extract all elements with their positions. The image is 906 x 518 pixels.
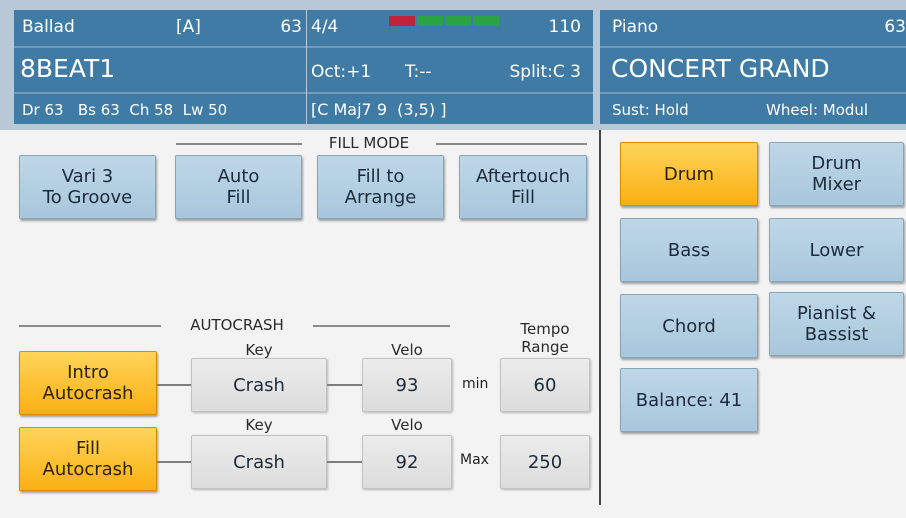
lower-button[interactable]: Lower bbox=[769, 218, 904, 282]
autocrash-divider-right bbox=[313, 325, 450, 327]
style-volume: 63 bbox=[280, 17, 302, 37]
vari3-to-groove-button[interactable]: Vari 3 To Groove bbox=[19, 155, 156, 219]
row-divider bbox=[14, 46, 306, 48]
bass-button[interactable]: Bass bbox=[620, 218, 758, 282]
connector-line bbox=[327, 461, 362, 463]
voice-panel[interactable]: Piano 63 CONCERT GRAND Sust: Hold Wheel:… bbox=[600, 10, 906, 124]
split-point: Split:C 3 bbox=[509, 62, 581, 82]
row-divider bbox=[307, 46, 593, 48]
voice-volume: 63 bbox=[884, 17, 906, 37]
auto-fill-button[interactable]: Auto Fill bbox=[175, 155, 302, 219]
connector-line bbox=[327, 384, 362, 386]
wheel-mode: Wheel: Modul bbox=[766, 101, 869, 119]
beat-led bbox=[417, 16, 443, 26]
voice-name: CONCERT GRAND bbox=[611, 54, 830, 83]
intro-autocrash-button[interactable]: Intro Autocrash bbox=[19, 351, 157, 415]
octave-value: Oct:+1 bbox=[311, 62, 372, 82]
fill-mode-title: FILL MODE bbox=[328, 134, 410, 152]
velo-column-label: Velo bbox=[391, 416, 423, 434]
connector-line bbox=[157, 384, 191, 386]
intro-crash-key-field[interactable]: Crash bbox=[191, 358, 327, 412]
tempo-value: 110 bbox=[548, 17, 581, 37]
time-signature: 4/4 bbox=[311, 17, 339, 37]
fill-autocrash-button[interactable]: Fill Autocrash bbox=[19, 427, 157, 491]
balance-button[interactable]: Balance: 41 bbox=[620, 368, 758, 432]
fill-crash-key-field[interactable]: Crash bbox=[191, 435, 327, 489]
autocrash-divider-left bbox=[19, 325, 161, 327]
row-divider bbox=[600, 92, 906, 94]
part-volumes: Dr 63 Bs 63 Ch 58 Lw 50 bbox=[22, 101, 228, 119]
fill-crash-velo-field[interactable]: 92 bbox=[362, 435, 452, 489]
transpose-value: T:-- bbox=[405, 62, 432, 82]
autocrash-title: AUTOCRASH bbox=[190, 316, 284, 334]
beat-led bbox=[473, 16, 499, 26]
tempo-min-field[interactable]: 60 bbox=[500, 358, 590, 412]
top-status-bar: Ballad [A] 63 8BEAT1 Dr 63 Bs 63 Ch 58 L… bbox=[0, 0, 906, 130]
pianist-bassist-button[interactable]: Pianist & Bassist bbox=[769, 292, 904, 356]
style-name: Ballad bbox=[22, 17, 75, 37]
beat-led bbox=[445, 16, 471, 26]
sustain-mode: Sust: Hold bbox=[612, 101, 689, 119]
chord-display: [C Maj7 9 (3,5) ] bbox=[311, 100, 447, 119]
key-column-label: Key bbox=[245, 341, 273, 359]
connector-line bbox=[157, 461, 191, 463]
style-pattern: 8BEAT1 bbox=[20, 54, 116, 83]
status-panel: 4/4 110 Oct:+1 T:-- Split:C 3 [C Maj7 9 … bbox=[307, 10, 593, 124]
aftertouch-fill-button[interactable]: Aftertouch Fill bbox=[459, 155, 587, 219]
intro-crash-velo-field[interactable]: 93 bbox=[362, 358, 452, 412]
style-panel[interactable]: Ballad [A] 63 8BEAT1 Dr 63 Bs 63 Ch 58 L… bbox=[14, 10, 306, 124]
velo-column-label: Velo bbox=[391, 341, 423, 359]
beat-indicator bbox=[389, 16, 499, 26]
tempo-min-label: min bbox=[462, 376, 489, 392]
tempo-max-label: Max bbox=[460, 452, 489, 468]
row-divider bbox=[307, 92, 593, 94]
drum-mixer-button[interactable]: Drum Mixer bbox=[769, 142, 904, 206]
key-column-label: Key bbox=[245, 416, 273, 434]
voice-category: Piano bbox=[612, 17, 659, 37]
tempo-range-label: Tempo Range bbox=[520, 320, 570, 356]
fill-mode-divider-right bbox=[436, 143, 587, 145]
chord-button[interactable]: Chord bbox=[620, 294, 758, 358]
fill-mode-divider-left bbox=[176, 143, 302, 145]
row-divider bbox=[600, 46, 906, 48]
beat-led bbox=[389, 16, 415, 26]
row-divider bbox=[14, 92, 306, 94]
tempo-max-field[interactable]: 250 bbox=[500, 435, 590, 489]
panel-divider bbox=[599, 130, 601, 505]
fill-to-arrange-button[interactable]: Fill to Arrange bbox=[317, 155, 444, 219]
style-variation: [A] bbox=[176, 17, 201, 37]
drum-button[interactable]: Drum bbox=[620, 142, 758, 206]
